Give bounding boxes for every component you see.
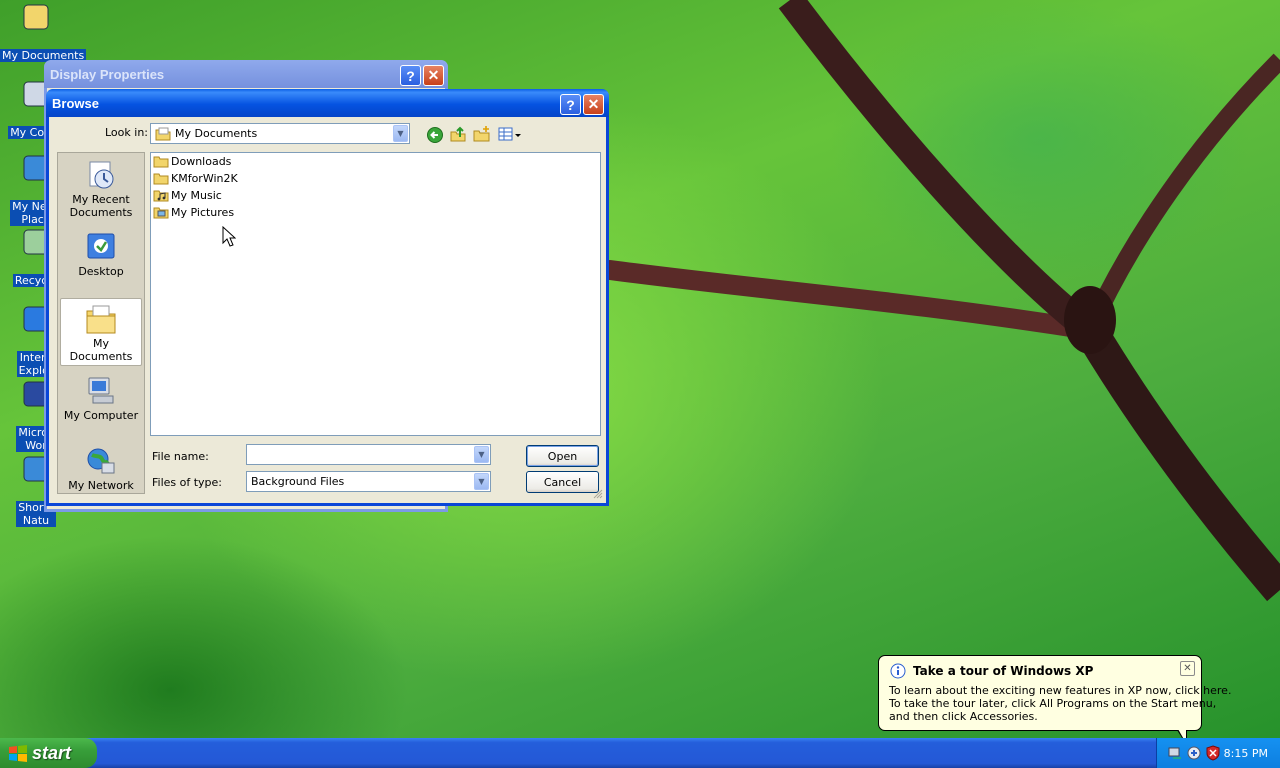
browse-close-button[interactable]: ✕ xyxy=(583,94,604,115)
up-one-level-icon[interactable] xyxy=(449,125,467,143)
place-label: My Network xyxy=(68,479,134,492)
view-menu-icon[interactable] xyxy=(498,127,522,143)
windows-logo-icon xyxy=(9,745,27,762)
balloon-close-button[interactable]: ✕ xyxy=(1180,661,1195,676)
mouse-cursor-icon xyxy=(222,226,236,247)
clock[interactable]: 8:15 PM xyxy=(1224,747,1268,760)
place-desktop[interactable]: Desktop xyxy=(60,231,142,278)
file-list[interactable]: Downloads KMforWin2K My Music My Picture… xyxy=(150,152,601,436)
place-my-network[interactable]: My Network xyxy=(60,445,142,492)
file-item-my-music[interactable]: My Music xyxy=(151,187,600,204)
back-icon[interactable] xyxy=(426,126,444,144)
folder-icon xyxy=(153,156,169,168)
start-label: start xyxy=(32,742,72,763)
browse-dialog[interactable]: Browse ? ✕ Look in: My Documents ▼ My Re… xyxy=(46,89,609,506)
windows-update-tray-icon[interactable] xyxy=(1186,745,1202,761)
display-properties-titlebar[interactable]: Display Properties xyxy=(44,60,448,88)
files-of-type-value: Background Files xyxy=(251,475,345,488)
my-documents-icon xyxy=(86,305,116,334)
chevron-down-icon[interactable]: ▼ xyxy=(474,446,489,463)
start-button[interactable]: start xyxy=(0,738,97,768)
look-in-dropdown[interactable]: My Documents ▼ xyxy=(150,123,410,144)
place-label: My Documents xyxy=(69,337,133,363)
file-name: Downloads xyxy=(171,155,232,168)
display-properties-close-button[interactable]: ✕ xyxy=(423,65,444,86)
place-label: My Computer xyxy=(63,409,139,422)
taskbar: start 8:15 PM xyxy=(0,738,1280,768)
desktop-icon-item[interactable]: My Documents xyxy=(0,0,87,62)
browse-titlebar[interactable]: Browse xyxy=(46,89,609,117)
network-tray-icon[interactable] xyxy=(1167,745,1183,761)
folder-icon xyxy=(153,173,169,185)
chevron-down-icon[interactable]: ▼ xyxy=(474,473,489,490)
file-name: My Pictures xyxy=(171,206,235,219)
file-name: KMforWin2K xyxy=(171,172,238,185)
cancel-button[interactable]: Cancel xyxy=(526,471,599,493)
new-folder-icon[interactable] xyxy=(473,125,491,143)
file-item-my-pictures[interactable]: My Pictures xyxy=(151,204,600,221)
my-documents-icon xyxy=(155,127,171,140)
desktop-icon xyxy=(87,233,115,259)
security-shield-icon[interactable] xyxy=(1205,745,1221,761)
browse-title: Browse xyxy=(52,95,99,111)
files-of-type-label: Files of type: xyxy=(152,476,223,489)
look-in-value: My Documents xyxy=(175,127,258,140)
file-item-downloads[interactable]: Downloads xyxy=(151,153,600,170)
recent-documents-icon xyxy=(89,161,114,189)
place-label: Desktop xyxy=(78,265,124,278)
chevron-down-icon[interactable]: ▼ xyxy=(393,125,408,142)
look-in-label: Look in: xyxy=(105,126,148,139)
info-icon xyxy=(890,663,906,679)
files-of-type-dropdown[interactable]: Background Files ▼ xyxy=(246,471,491,492)
my-documents-icon xyxy=(23,4,49,30)
file-item-kmforwin2k[interactable]: KMforWin2K xyxy=(151,170,600,187)
balloon-title: Take a tour of Windows XP xyxy=(913,664,1094,678)
file-name: My Music xyxy=(171,189,222,202)
system-tray: 8:15 PM xyxy=(1156,738,1280,768)
place-label: My Recent Documents xyxy=(69,193,133,219)
place-my-documents[interactable]: My Documents xyxy=(60,298,142,366)
balloon-body[interactable]: To learn about the exciting new features… xyxy=(889,684,1231,723)
display-properties-help-button[interactable]: ? xyxy=(400,65,421,86)
file-name-input[interactable]: ▼ xyxy=(246,444,491,465)
place-my-recent-documents[interactable]: My Recent Documents xyxy=(60,159,142,219)
my-network-icon xyxy=(87,448,115,474)
browse-help-button[interactable]: ? xyxy=(560,94,581,115)
open-button[interactable]: Open xyxy=(526,445,599,467)
place-my-computer[interactable]: My Computer xyxy=(60,375,142,422)
places-bar: My Recent Documents Desktop My Documents… xyxy=(57,152,145,494)
notification-balloon[interactable]: Take a tour of Windows XP To learn about… xyxy=(878,655,1231,746)
pictures-folder-icon xyxy=(153,207,169,219)
music-folder-icon xyxy=(153,190,169,202)
file-name-label: File name: xyxy=(152,450,209,463)
display-properties-title: Display Properties xyxy=(50,66,165,82)
my-computer-icon xyxy=(88,377,114,404)
resize-grip-icon[interactable] xyxy=(593,489,603,499)
